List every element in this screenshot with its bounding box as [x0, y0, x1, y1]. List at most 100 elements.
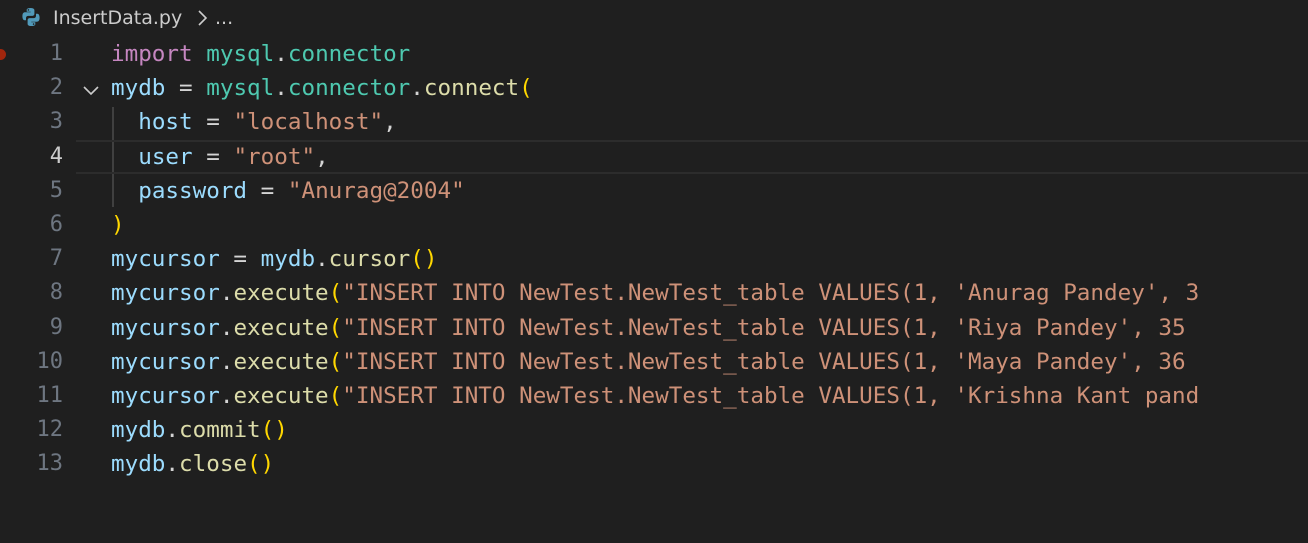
code-token: "localhost" — [233, 109, 384, 136]
code-token: () — [410, 246, 438, 273]
code-token: mydb — [111, 451, 166, 478]
code-token: mycursor — [111, 246, 220, 273]
code-token: . — [165, 451, 180, 478]
code-token: . — [165, 417, 180, 444]
code-token: . — [219, 280, 234, 307]
code-text: mycursor.execute("INSERT INTO NewTest.Ne… — [111, 379, 1199, 413]
code-line[interactable]: 6) — [0, 208, 1308, 242]
line-number: 3 — [49, 109, 63, 135]
line-number: 7 — [49, 246, 63, 272]
code-token: "INSERT INTO NewTest.NewTest_table VALUE… — [342, 314, 1186, 341]
code-editor[interactable]: 1 import mysql.connector 2 mydb = mysql.con… — [0, 37, 1308, 543]
code-text: host = "localhost", — [111, 105, 397, 139]
code-token: . — [219, 314, 234, 341]
code-token: . — [219, 348, 234, 375]
code-token: , — [383, 109, 397, 136]
code-token: mycursor — [111, 383, 220, 409]
code-line[interactable]: 2 mydb = mysql.connector.connect( — [0, 71, 1308, 105]
line-number: 8 — [49, 280, 63, 306]
line-number: 5 — [49, 177, 63, 203]
code-token: = — [219, 246, 261, 273]
line-number: 13 — [36, 451, 64, 477]
code-token: ( — [328, 314, 343, 341]
line-number: 9 — [49, 314, 63, 340]
code-token: execute — [233, 280, 329, 307]
chevron-right-icon — [196, 9, 210, 27]
code-token: mydb — [260, 246, 316, 273]
code-token: () — [247, 451, 275, 478]
code-text: password = "Anurag@2004" — [111, 174, 464, 208]
breadcrumb: InsertData.py ... — [0, 0, 1308, 36]
code-token: "root" — [233, 143, 316, 170]
line-number: 6 — [49, 212, 63, 237]
code-token: . — [274, 75, 288, 102]
code-token: "INSERT INTO NewTest.NewTest_table VALUE… — [342, 383, 1200, 409]
code-token: password — [138, 177, 248, 204]
line-number: 10 — [36, 348, 64, 374]
code-text: mycursor.execute("INSERT INTO NewTest.Ne… — [111, 345, 1186, 379]
code-line[interactable]: 13 mydb.close() — [0, 447, 1308, 481]
code-token: import — [111, 41, 193, 67]
code-token: "INSERT INTO NewTest.NewTest_table VALUE… — [342, 348, 1186, 375]
code-text: user = "root", — [111, 140, 329, 174]
code-token: ( — [519, 75, 533, 102]
breadcrumb-ellipsis[interactable]: ... — [215, 6, 233, 30]
code-line[interactable]: 11 mycursor.execute("INSERT INTO NewTest.… — [0, 379, 1308, 413]
code-token: ( — [328, 348, 343, 375]
code-line[interactable]: 7 mycursor = mydb.cursor() — [0, 242, 1308, 276]
code-token: . — [410, 75, 424, 102]
code-line[interactable]: 1 import mysql.connector — [0, 37, 1308, 71]
code-line[interactable]: 3 host = "localhost", — [0, 105, 1308, 139]
code-line[interactable]: 10 mycursor.execute("INSERT INTO NewTest.… — [0, 345, 1308, 379]
code-token: close — [179, 451, 248, 478]
line-number: 4 — [49, 143, 63, 169]
code-token: execute — [233, 314, 329, 341]
code-token: . — [219, 383, 234, 409]
code-token: ) — [111, 212, 125, 238]
code-line[interactable]: 9 mycursor.execute("INSERT INTO NewTest.N… — [0, 311, 1308, 345]
code-token: mysql — [206, 75, 275, 102]
code-token: execute — [233, 348, 329, 375]
breadcrumb-file-name[interactable]: InsertData.py — [53, 6, 182, 30]
code-text: mydb.close() — [111, 447, 274, 481]
code-token: connector — [287, 75, 411, 102]
line-number: 1 — [49, 41, 63, 66]
line-number: 12 — [36, 417, 64, 443]
code-token: host — [138, 109, 193, 136]
line-number: 11 — [36, 383, 64, 408]
code-token: connect — [423, 75, 520, 102]
code-token: () — [260, 417, 288, 444]
code-text: ) — [111, 208, 125, 242]
code-text: mydb.commit() — [111, 413, 288, 447]
code-token: "INSERT INTO NewTest.NewTest_table VALUE… — [342, 280, 1200, 307]
code-token: execute — [233, 383, 329, 409]
code-text: import mysql.connector — [111, 37, 410, 71]
code-token: mydb — [111, 75, 166, 102]
code-token: mysql — [206, 41, 275, 67]
code-token: = — [192, 109, 234, 136]
code-text: mycursor.execute("INSERT INTO NewTest.Ne… — [111, 311, 1186, 345]
code-token: mycursor — [111, 314, 220, 341]
code-token: connector — [287, 41, 411, 67]
code-token: . — [315, 246, 329, 273]
code-token: mydb — [111, 417, 166, 444]
code-line[interactable]: 12 mydb.commit() — [0, 413, 1308, 447]
code-token: mycursor — [111, 280, 220, 307]
code-token: user — [138, 143, 193, 170]
code-text: mycursor = mydb.cursor() — [111, 242, 438, 276]
code-token: = — [165, 75, 207, 102]
code-line[interactable]: 8 mycursor.execute("INSERT INTO NewTest.N… — [0, 276, 1308, 310]
code-token: = — [192, 143, 234, 170]
code-token: ( — [328, 280, 343, 307]
code-text: mydb = mysql.connector.connect( — [111, 71, 533, 105]
code-line[interactable]: 4 user = "root", — [0, 139, 1308, 174]
code-token: , — [315, 143, 329, 170]
line-number: 2 — [49, 75, 63, 101]
chevron-down-icon[interactable] — [82, 82, 100, 96]
code-token: . — [274, 41, 288, 67]
code-line[interactable]: 5 password = "Anurag@2004" — [0, 174, 1308, 208]
